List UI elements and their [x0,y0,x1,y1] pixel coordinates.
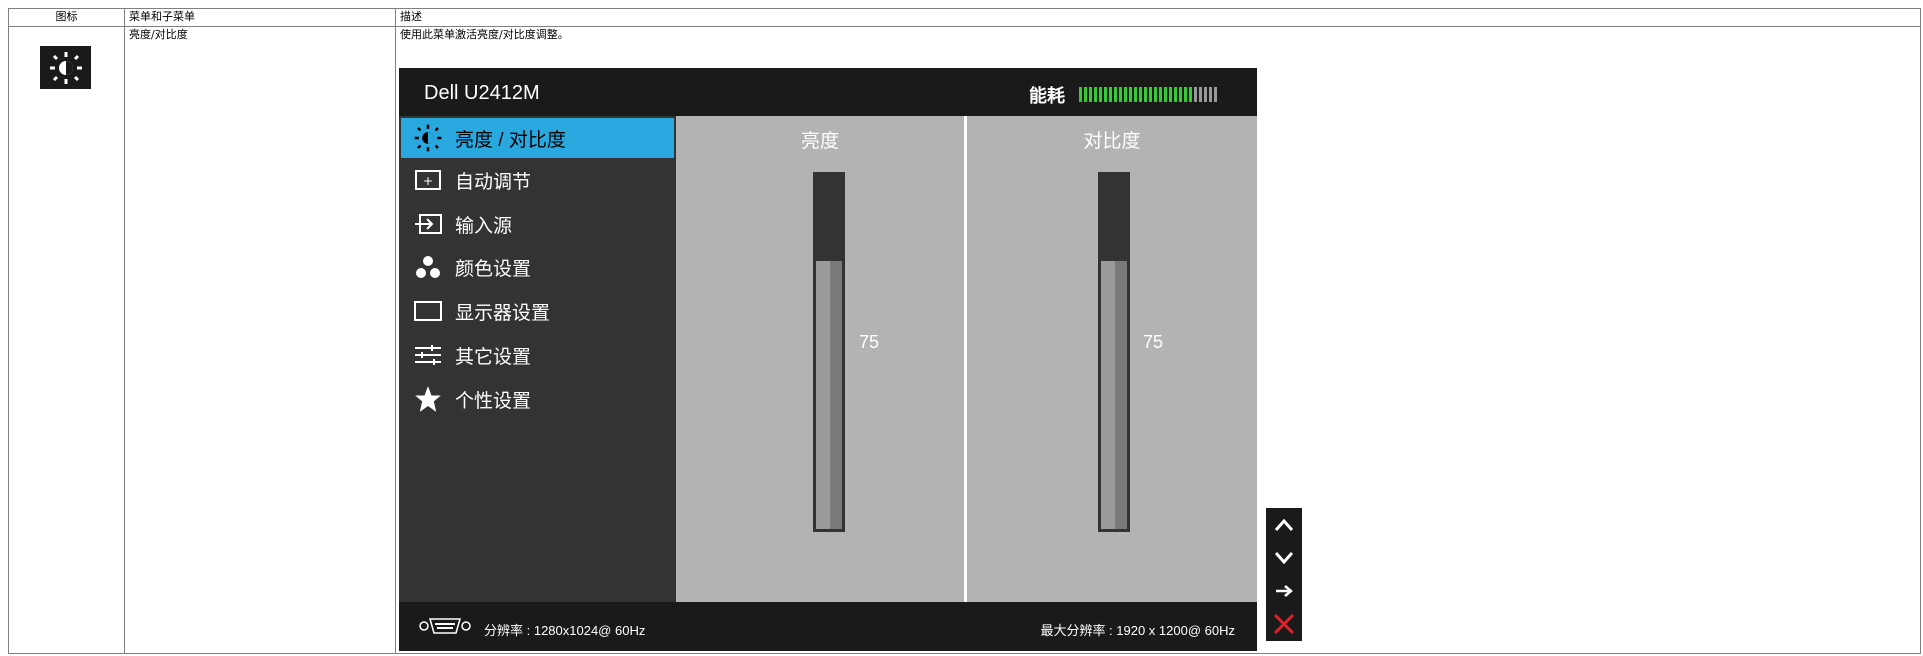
energy-meter [1079,87,1217,102]
brightness-slider-fill [816,260,842,529]
menu-item-personalize[interactable]: 个性设置 [401,379,674,419]
svg-text:+: + [423,174,433,188]
energy-segment [1094,87,1097,102]
enter-button[interactable] [1266,574,1302,608]
vga-connector-icon [419,616,471,639]
up-button[interactable] [1266,508,1302,542]
menu-item-label: 显示器设置 [455,302,551,324]
energy-segment [1174,87,1177,102]
energy-segment [1159,87,1162,102]
energy-segment [1139,87,1142,102]
menu-item-color-settings[interactable]: 颜色设置 [401,247,674,287]
header-icon: 图标 [8,8,125,27]
energy-segment [1129,87,1132,102]
energy-segment [1104,87,1107,102]
right-arrow-icon [1276,585,1293,597]
energy-segment [1214,87,1217,102]
menu-item-input-source[interactable]: 输入源 [401,204,674,244]
header-menu: 菜单和子菜单 [124,8,396,27]
menu-item-brightness-contrast[interactable]: 亮度 / 对比度 [401,118,674,158]
energy-segment [1084,87,1087,102]
contrast-slider[interactable] [1098,172,1130,532]
energy-segment [1119,87,1122,102]
energy-segment [1199,87,1202,102]
energy-segment [1164,87,1167,102]
close-icon [1273,613,1295,635]
energy-segment [1169,87,1172,102]
menu-item-label: 输入源 [455,215,513,237]
monitor-model: Dell U2412M [424,82,540,104]
display-settings-icon [413,301,443,321]
contrast-slider-fill [1101,260,1127,529]
energy-segment [1124,87,1127,102]
menu-item-label: 亮度 / 对比度 [455,129,566,151]
menu-item-label: 自动调节 [455,171,532,193]
osd-header: Dell U2412M 能耗 [399,68,1257,116]
menu-item-label: 颜色设置 [455,258,532,280]
energy-segment [1114,87,1117,102]
contrast-value: 75 [1143,332,1164,352]
exit-button[interactable] [1266,607,1302,641]
energy-segment [1144,87,1147,102]
energy-segment [1089,87,1092,102]
color-settings-icon [413,255,443,279]
menu-cell: 亮度/对比度 [124,26,396,654]
menu-item-label: 个性设置 [455,390,532,412]
menu-label: 亮度/对比度 [129,28,188,41]
max-resolution: 最大分辨率 : 1920 x 1200@ 60Hz [1040,623,1235,638]
brightness-panel: 亮度 75 [676,116,964,602]
menu-item-display-settings[interactable]: 显示器设置 [401,291,674,331]
menu-item-label: 其它设置 [455,346,532,368]
contrast-panel: 对比度 75 [967,116,1257,602]
up-arrow-icon [1274,518,1294,531]
input-source-icon [413,214,443,234]
current-resolution: 分辨率 : 1280x1024@ 60Hz [484,623,646,638]
down-button[interactable] [1266,541,1302,575]
brightness-icon [40,46,91,89]
energy-segment [1194,87,1197,102]
energy-segment [1184,87,1187,102]
energy-segment [1154,87,1157,102]
down-arrow-icon [1274,552,1294,565]
osd-menu: 亮度 / 对比度 + 自动调节 输入源 颜色设置 显示器设置 其它设置 个性设置 [399,116,676,602]
description-text: 使用此菜单激活亮度/对比度调整。 [400,28,569,41]
energy-segment [1109,87,1112,102]
energy-segment [1149,87,1152,102]
energy-segment [1179,87,1182,102]
brightness-label: 亮度 [800,131,839,152]
energy-segment [1209,87,1212,102]
energy-segment [1079,87,1082,102]
star-icon [413,385,443,413]
icon-cell [8,26,125,654]
energy-label: 能耗 [1029,86,1065,106]
energy-segment [1099,87,1102,102]
other-settings-icon [413,344,443,366]
energy-segment [1189,87,1192,102]
energy-segment [1204,87,1207,102]
energy-segment [1134,87,1137,102]
brightness-slider[interactable] [813,172,845,532]
menu-item-other-settings[interactable]: 其它设置 [401,335,674,375]
auto-adjust-icon: + [413,170,443,190]
header-description: 描述 [395,8,1921,27]
menu-item-auto-adjust[interactable]: + 自动调节 [401,160,674,200]
brightness-value: 75 [859,332,880,352]
brightness-icon [413,123,443,153]
osd-footer: 分辨率 : 1280x1024@ 60Hz 最大分辨率 : 1920 x 120… [399,602,1257,651]
osd-screen: Dell U2412M 能耗 亮度 / 对比度 + 自动调节 输入源 颜色设置 … [399,68,1257,651]
contrast-label: 对比度 [1083,131,1141,152]
